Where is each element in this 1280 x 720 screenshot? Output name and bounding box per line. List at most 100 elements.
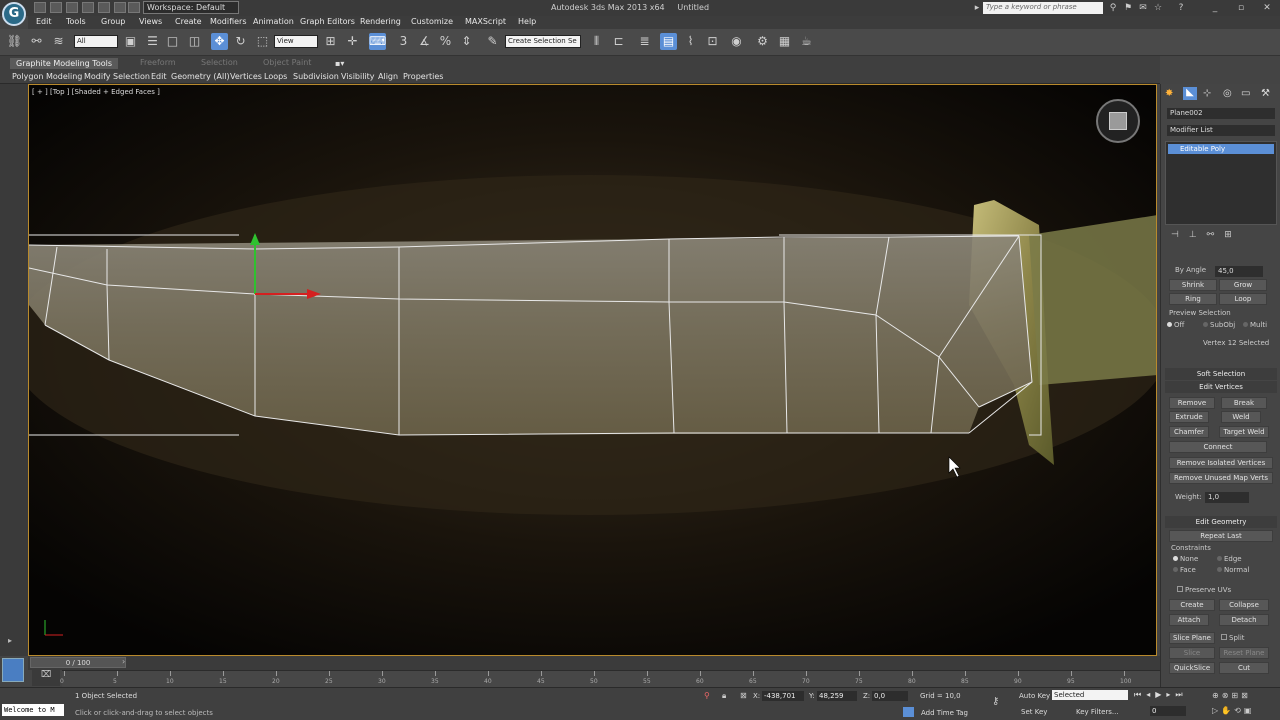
constraint-edge-radio[interactable]: Edge [1217,555,1242,563]
x-coordinate-field[interactable]: -438,701 [762,691,804,701]
material-editor-icon[interactable]: ◉ [728,33,745,50]
ribbon-edit[interactable]: Edit [151,72,167,81]
constraint-none-radio[interactable]: None [1173,555,1198,563]
time-ruler[interactable]: 0 5 10 15 20 25 30 35 40 45 50 55 60 65 70 75 80 85 90 95 10… [60,670,1160,687]
attach-button[interactable]: Attach [1169,614,1209,626]
constraint-face-radio[interactable]: Face [1173,566,1196,574]
break-button[interactable]: Break [1221,397,1267,409]
detach-button[interactable]: Detach [1219,614,1269,626]
help-icon[interactable]: ? [1176,3,1186,13]
favorites-icon[interactable]: ☆ [1153,3,1163,13]
ribbon-visibility[interactable]: Visibility [341,72,375,81]
weld-button[interactable]: Weld [1221,411,1261,423]
playback-controls-icons[interactable]: ⏮◂▶▸⏭ [1134,690,1188,700]
preview-off-radio[interactable]: Off [1167,321,1184,329]
y-coordinate-field[interactable]: 48,259 [817,691,857,701]
create-button[interactable]: Create [1169,599,1215,611]
minimize-icon[interactable]: _ [1210,3,1220,13]
schematic-view-icon[interactable]: ⊡ [704,33,721,50]
ribbon-polygon-modeling[interactable]: Polygon Modeling [12,72,82,81]
cut-button[interactable]: Cut [1219,662,1269,674]
ribbon-tab-selection[interactable]: Selection [201,58,238,67]
remove-isolated-vertices-button[interactable]: Remove Isolated Vertices [1169,457,1273,469]
project-folder-icon[interactable] [114,2,126,13]
subscription-icon[interactable]: ⚑ [1123,3,1133,13]
ribbon-subdivision[interactable]: Subdivision [293,72,339,81]
ribbon-align[interactable]: Align [378,72,398,81]
remove-button[interactable]: Remove [1169,397,1215,409]
render-production-icon[interactable]: ☕ [798,33,815,50]
mini-listener-icon[interactable] [2,658,24,682]
trackbar-menu-icon[interactable]: ⌧ [32,670,60,686]
connect-button[interactable]: Connect [1169,441,1267,453]
quickslice-button[interactable]: QuickSlice [1169,662,1215,674]
isolate-selection-icon[interactable]: ⚲ [704,691,710,700]
mirror-icon[interactable]: ⫴ [588,33,605,50]
bind-space-warp-icon[interactable]: ≋ [50,33,67,50]
menu-tools[interactable]: Tools [66,17,86,26]
slice-plane-button[interactable]: Slice Plane [1169,632,1215,644]
link-icon[interactable]: ⛓ [6,33,23,50]
viewport-top[interactable]: [ + ] [Top ] [Shaded + Edged Faces ] [28,84,1157,656]
maximize-icon[interactable]: ▫ [1236,3,1246,13]
weight-spinner[interactable]: 1,0 [1205,492,1249,503]
expand-arrow-icon[interactable]: ▸ [8,636,12,645]
window-crossing-icon[interactable]: ◫ [186,33,203,50]
add-time-tag[interactable]: Add Time Tag [921,709,968,717]
communication-icon[interactable]: ✉ [1138,3,1148,13]
hierarchy-tab-icon[interactable]: ⊹ [1203,88,1211,99]
viewport-label[interactable]: [ + ] [Top ] [Shaded + Edged Faces ] [32,88,160,96]
target-weld-button[interactable]: Target Weld [1219,426,1269,438]
current-frame-field[interactable]: 0 [1150,706,1186,716]
constraint-normal-radio[interactable]: Normal [1217,566,1249,574]
layer-manager-icon[interactable]: ≣ [636,33,653,50]
ribbon-tab-graphite[interactable]: Graphite Modeling Tools [10,58,119,69]
time-slider[interactable]: 0 / 100 › [28,656,1160,670]
remove-unused-map-verts-button[interactable]: Remove Unused Map Verts [1169,472,1273,484]
ribbon-options-icon[interactable]: ▪▾ [335,59,344,68]
app-logo-icon[interactable]: G [2,2,26,26]
set-key-button[interactable]: Set Key [1021,708,1047,716]
align-icon[interactable]: ⊏ [610,33,627,50]
reference-coordinate-dropdown[interactable]: View [274,35,318,48]
redo-icon[interactable] [98,2,110,13]
repeat-last-button[interactable]: Repeat Last [1169,530,1273,542]
modify-tab-icon[interactable]: ◣ [1183,87,1197,100]
object-name-field[interactable]: Plane002 [1167,108,1275,119]
open-file-icon[interactable] [50,2,62,13]
menu-graph-editors[interactable]: Graph Editors [300,17,355,26]
snaps-toggle-icon[interactable]: 3 [395,33,412,50]
edit-named-selection-icon[interactable]: ✎ [484,33,501,50]
percent-snap-icon[interactable]: % [437,33,454,50]
new-file-icon[interactable] [34,2,46,13]
menu-modifiers[interactable]: Modifiers [210,17,247,26]
soft-selection-rollout[interactable]: Soft Selection [1165,368,1277,380]
search-icon[interactable]: ⚲ [1108,3,1118,13]
menu-create[interactable]: Create [175,17,202,26]
workspace-dropdown[interactable]: Workspace: Default [143,1,239,14]
menu-animation[interactable]: Animation [253,17,294,26]
search-input[interactable]: Type a keyword or phrase [983,2,1103,14]
menu-maxscript[interactable]: MAXScript [465,17,506,26]
ribbon-tab-object-paint[interactable]: Object Paint [263,58,311,67]
stack-item-editable-poly[interactable]: Editable Poly [1168,144,1274,154]
select-object-icon[interactable]: ▣ [122,33,139,50]
time-slider-thumb[interactable]: 0 / 100 [30,657,126,668]
display-tab-icon[interactable]: ▭ [1241,88,1250,99]
next-frame-arrow-icon[interactable]: › [122,657,125,666]
select-scale-icon[interactable]: ⬚ [254,33,271,50]
hold-icon[interactable] [128,2,140,13]
view-navigation-icons[interactable]: ▷✋⟲▣ [1212,706,1254,715]
key-mode-icon[interactable]: ⚷ [992,696,999,707]
close-icon[interactable]: ✕ [1262,3,1272,13]
scene-canvas[interactable] [29,85,1157,656]
viewcube-icon[interactable] [1096,99,1140,143]
unlink-icon[interactable]: ⚯ [28,33,45,50]
ribbon-properties[interactable]: Properties [403,72,443,81]
stack-controls-icons[interactable]: ⊣⊥⚯⊞ [1171,230,1242,240]
rendered-frame-window-icon[interactable]: ▦ [776,33,793,50]
undo-icon[interactable] [82,2,94,13]
menu-customize[interactable]: Customize [411,17,453,26]
utilities-tab-icon[interactable]: ⚒ [1261,88,1270,99]
preview-subobj-radio[interactable]: SubObj [1203,321,1235,329]
